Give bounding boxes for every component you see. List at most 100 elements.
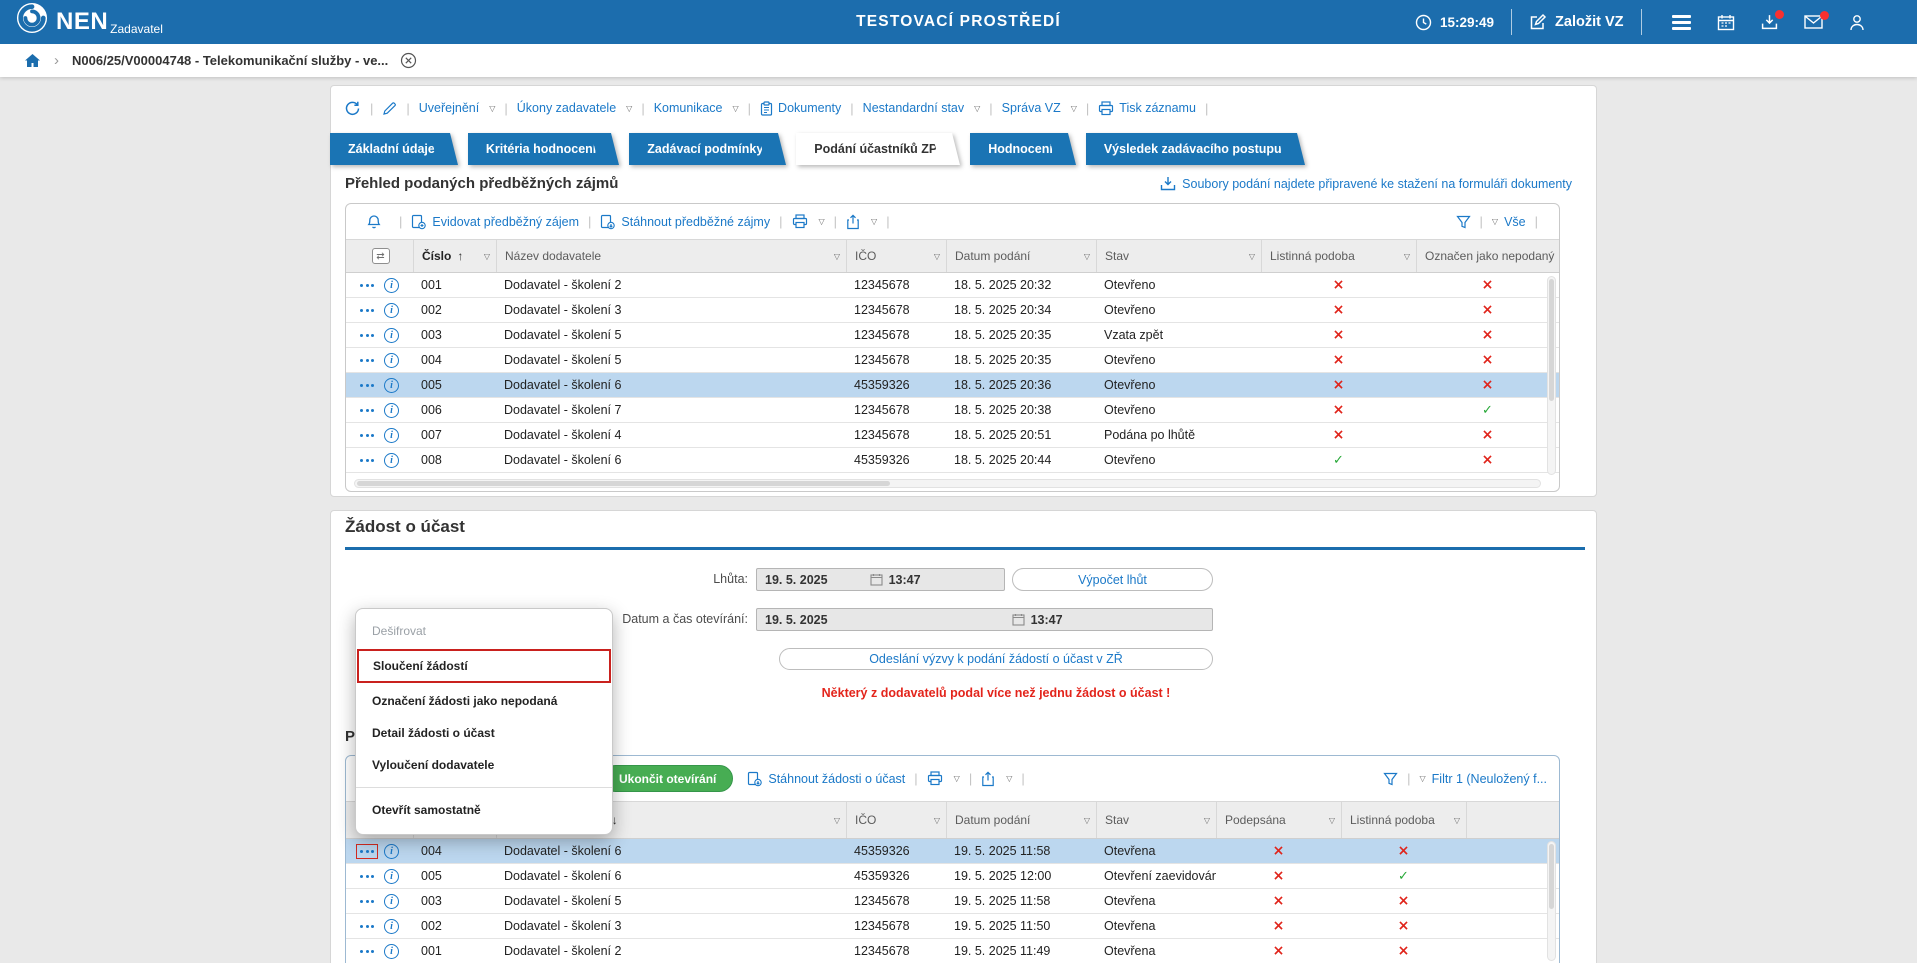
menu-item-slouceni-zadosti[interactable]: Sloučení žádostí xyxy=(357,649,611,683)
column-header-cislo[interactable]: Číslo↑▽ xyxy=(413,240,496,272)
edit-record-icon[interactable] xyxy=(382,101,397,116)
row-info-button[interactable]: i xyxy=(384,844,399,859)
calendar-small-icon[interactable] xyxy=(1012,613,1025,626)
menu-sprava-vz[interactable]: Správa VZ▽ xyxy=(1002,101,1077,115)
evidovat-predbezny-zajem-button[interactable]: Evidovat předběžný zájem xyxy=(411,214,579,230)
print-table-button[interactable]: ▽ xyxy=(792,214,825,229)
tab-vysledek-zadavaciho-postupu[interactable]: Výsledek zadávacího postupu xyxy=(1086,133,1292,165)
row-info-button[interactable]: i xyxy=(384,328,399,343)
menu-ukony-zadavatele[interactable]: Úkony zadavatele▽ xyxy=(517,101,633,115)
row-info-button[interactable]: i xyxy=(384,278,399,293)
table-row[interactable]: i004Dodavatel - školení 64535932619. 5. … xyxy=(346,839,1559,864)
refresh-icon[interactable] xyxy=(344,100,361,117)
menu-item-detail-zadosti-o-ucast[interactable]: Detail žádosti o účast xyxy=(356,717,612,749)
export-table-button[interactable]: ▽ xyxy=(981,771,1012,787)
tab-hodnoceni[interactable]: Hodnocení xyxy=(970,133,1063,165)
table-row[interactable]: i008Dodavatel - školení 64535932618. 5. … xyxy=(346,448,1559,473)
print-table-button[interactable]: ▽ xyxy=(927,771,960,786)
menu-item-oznaceni-zadosti-jako-nepodana[interactable]: Označení žádosti jako nepodaná xyxy=(356,685,612,717)
tab-zakladni-udaje[interactable]: Základní údaje xyxy=(330,133,445,165)
row-info-button[interactable]: i xyxy=(384,944,399,959)
menu-nestandardni-stav[interactable]: Nestandardní stav▽ xyxy=(863,101,981,115)
breadcrumb-item[interactable]: N006/25/V00004748 - Telekomunikační služ… xyxy=(72,53,388,68)
row-more-actions-button[interactable] xyxy=(356,303,378,318)
table-row[interactable]: i005Dodavatel - školení 64535932619. 5. … xyxy=(346,864,1559,889)
column-filter-caret-icon[interactable]: ▽ xyxy=(1454,816,1460,825)
table2-vertical-scrollbar[interactable] xyxy=(1547,841,1556,961)
column-header-ico[interactable]: IČO▽ xyxy=(846,240,946,272)
column-header-listinna-podoba[interactable]: Listinná podoba▽ xyxy=(1341,802,1466,838)
tab-podani-ucastniku-zp[interactable]: Podání účastníků ZP xyxy=(796,133,947,165)
row-more-actions-button[interactable] xyxy=(356,328,378,343)
vypocet-lhut-button[interactable]: Výpočet lhůt xyxy=(1012,568,1213,591)
filter-selector[interactable]: ▽Filtr 1 (Neuložený f... xyxy=(1420,772,1547,786)
column-header-datum-podani[interactable]: Datum podání▽ xyxy=(946,240,1096,272)
column-filter-caret-icon[interactable]: ▽ xyxy=(834,816,840,825)
table1-vertical-scrollbar[interactable] xyxy=(1547,276,1556,475)
calendar-icon[interactable] xyxy=(1717,14,1735,31)
column-filter-caret-icon[interactable]: ▽ xyxy=(1329,816,1335,825)
row-more-actions-button[interactable] xyxy=(356,453,378,468)
tab-zadavaci-podminky[interactable]: Zadávací podmínky xyxy=(629,133,773,165)
row-info-button[interactable]: i xyxy=(384,353,399,368)
row-more-actions-button[interactable] xyxy=(356,403,378,418)
stahnout-predbezne-zajmy-button[interactable]: Stáhnout předběžné zájmy xyxy=(600,214,770,230)
row-more-actions-button[interactable] xyxy=(356,894,378,909)
column-filter-caret-icon[interactable]: ▽ xyxy=(484,252,490,261)
row-more-actions-button[interactable] xyxy=(356,944,378,959)
menu-hamburger-icon[interactable] xyxy=(1672,12,1691,33)
filter-funnel-icon[interactable] xyxy=(1383,772,1398,786)
row-more-actions-button[interactable] xyxy=(356,378,378,393)
table-row[interactable]: i001Dodavatel - školení 21234567819. 5. … xyxy=(346,939,1559,963)
table-row[interactable]: i003Dodavatel - školení 51234567819. 5. … xyxy=(346,889,1559,914)
calendar-small-icon[interactable] xyxy=(870,573,883,586)
ukoncit-oteviranie-button[interactable]: Ukončit otevírání xyxy=(602,765,733,792)
row-info-button[interactable]: i xyxy=(384,894,399,909)
row-info-button[interactable]: i xyxy=(384,919,399,934)
table-row[interactable]: i002Dodavatel - školení 31234567819. 5. … xyxy=(346,914,1559,939)
column-header-nazev-dodavatele[interactable]: Název dodavatele▽ xyxy=(496,240,846,272)
lhuta-field[interactable]: 19. 5. 2025 13:47 xyxy=(756,568,1005,591)
table-row[interactable]: i001Dodavatel - školení 21234567818. 5. … xyxy=(346,273,1559,298)
table-row[interactable]: i005Dodavatel - školení 64535932618. 5. … xyxy=(346,373,1559,398)
table-row[interactable]: i004Dodavatel - školení 51234567818. 5. … xyxy=(346,348,1559,373)
menu-item-otevrit-samostatne[interactable]: Otevřít samostatně xyxy=(356,794,612,826)
stahnout-zadosti-button[interactable]: Stáhnout žádosti o účast xyxy=(747,771,905,787)
files-download-link[interactable]: Soubory podání najdete připravené ke sta… xyxy=(1140,176,1572,191)
breadcrumb-close-icon[interactable] xyxy=(400,52,417,69)
row-info-button[interactable]: i xyxy=(384,378,399,393)
column-filter-caret-icon[interactable]: ▽ xyxy=(934,252,940,261)
downloads-tray-icon[interactable] xyxy=(1761,14,1778,30)
table1-horizontal-scrollbar[interactable] xyxy=(354,479,1541,488)
create-vz-button[interactable]: Založit VZ xyxy=(1555,14,1623,30)
column-filter-caret-icon[interactable]: ▽ xyxy=(1084,816,1090,825)
row-more-actions-button[interactable] xyxy=(356,428,378,443)
column-filter-caret-icon[interactable]: ▽ xyxy=(834,252,840,261)
row-info-button[interactable]: i xyxy=(384,403,399,418)
column-filter-caret-icon[interactable]: ▽ xyxy=(1204,816,1210,825)
menu-komunikace[interactable]: Komunikace▽ xyxy=(654,101,739,115)
bell-icon[interactable] xyxy=(366,214,382,230)
column-header-listinna-podoba[interactable]: Listinná podoba▽ xyxy=(1261,240,1416,272)
messages-icon[interactable] xyxy=(1804,15,1823,29)
column-header-stav[interactable]: Stav▽ xyxy=(1096,802,1216,838)
odeslani-vyzvy-button[interactable]: Odeslání výzvy k podání žádostí o účast … xyxy=(779,648,1213,670)
row-more-actions-button[interactable] xyxy=(356,869,378,884)
column-filter-caret-icon[interactable]: ▽ xyxy=(1404,252,1410,261)
table-row[interactable]: i006Dodavatel - školení 71234567818. 5. … xyxy=(346,398,1559,423)
filter-all-selector[interactable]: ▽Vše xyxy=(1492,215,1526,229)
row-more-actions-button[interactable] xyxy=(356,844,378,859)
row-more-actions-button[interactable] xyxy=(356,353,378,368)
table-row[interactable]: i002Dodavatel - školení 31234567818. 5. … xyxy=(346,298,1559,323)
tab-kriteria-hodnoceni[interactable]: Kritéria hodnocení xyxy=(468,133,606,165)
menu-uverejneni[interactable]: Uveřejnění▽ xyxy=(419,101,496,115)
filter-funnel-icon[interactable] xyxy=(1456,215,1471,229)
column-header-oznacen-jako-nepodany[interactable]: Označen jako nepodaný xyxy=(1416,240,1559,272)
export-table-button[interactable]: ▽ xyxy=(846,214,877,230)
menu-tisk-zaznamu[interactable]: Tisk záznamu xyxy=(1098,101,1196,116)
table-row[interactable]: i003Dodavatel - školení 51234567818. 5. … xyxy=(346,323,1559,348)
column-header-podepsana[interactable]: Podepsána▽ xyxy=(1216,802,1341,838)
row-info-button[interactable]: i xyxy=(384,869,399,884)
user-profile-icon[interactable] xyxy=(1849,14,1865,31)
row-more-actions-button[interactable] xyxy=(356,278,378,293)
